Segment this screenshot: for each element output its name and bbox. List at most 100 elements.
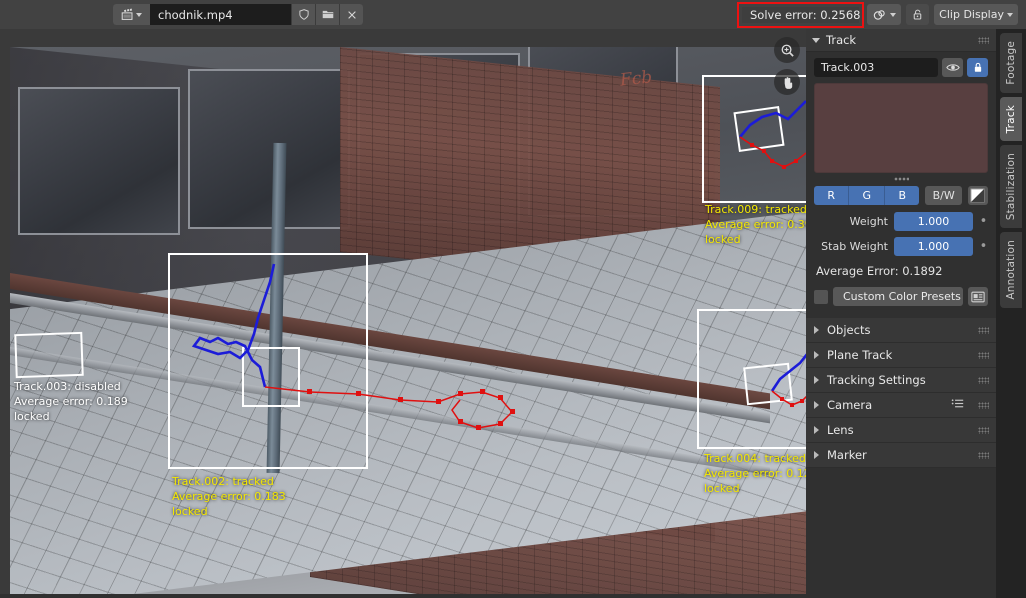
panel-marker[interactable]: Marker bbox=[806, 443, 996, 468]
tab-annotation-label: Annotation bbox=[1005, 240, 1017, 300]
channel-bw-toggle[interactable]: B/W bbox=[925, 186, 962, 205]
track-panel-title: Track bbox=[826, 33, 857, 47]
color-ramp-icon[interactable] bbox=[967, 186, 988, 205]
panel-plane-track-label: Plane Track bbox=[827, 348, 893, 362]
lock-icon bbox=[974, 62, 981, 72]
channel-r-toggle[interactable]: R bbox=[814, 186, 850, 205]
color-ramp-glyph bbox=[970, 188, 985, 203]
panel-grip[interactable] bbox=[978, 401, 989, 409]
blender-movie-clip-editor: chodnik.mp4 Solve error: 0.2568 Clip Dis… bbox=[0, 0, 1026, 598]
clip-display-lock-icon[interactable] bbox=[906, 4, 930, 25]
weight-label: Weight bbox=[849, 215, 888, 228]
track-path-track-002 bbox=[191, 263, 515, 430]
track-path-track-004 bbox=[770, 353, 806, 407]
clip-viewport[interactable]: Fcb Track.003: disabled Average error: 0… bbox=[0, 29, 806, 594]
properties-sidebar: Track Track.003 R G B B/W Weight 1.000 •… bbox=[806, 29, 996, 594]
track-visibility-toggle[interactable] bbox=[942, 58, 963, 77]
camera-preset-list-icon[interactable] bbox=[951, 398, 964, 412]
channel-b-toggle[interactable]: B bbox=[884, 186, 920, 205]
panel-grip[interactable] bbox=[978, 376, 989, 384]
stab-weight-label: Stab Weight bbox=[821, 240, 888, 253]
unlink-close-icon[interactable] bbox=[339, 4, 363, 25]
pan-gizmo[interactable] bbox=[774, 69, 800, 95]
panel-plane-track[interactable]: Plane Track bbox=[806, 343, 996, 368]
new-preset-glyph bbox=[971, 291, 985, 302]
movie-clip-icon[interactable] bbox=[113, 4, 150, 25]
panel-tracking-settings-label: Tracking Settings bbox=[827, 373, 926, 387]
close-glyph bbox=[347, 10, 356, 19]
panel-grip[interactable] bbox=[978, 351, 989, 359]
chevron-right-icon bbox=[814, 351, 819, 359]
window-pane bbox=[188, 69, 350, 229]
panel-camera[interactable]: Camera bbox=[806, 393, 996, 418]
tab-stabilization[interactable]: Stabilization bbox=[1000, 145, 1022, 229]
rgb-channel-group: R G B bbox=[814, 186, 920, 205]
chevron-down-icon bbox=[812, 37, 820, 43]
unlocked-padlock-glyph bbox=[913, 9, 922, 20]
tab-footage[interactable]: Footage bbox=[1000, 33, 1022, 93]
chevron-down-icon bbox=[136, 12, 142, 17]
chevron-down-icon bbox=[1007, 12, 1013, 17]
proportional-edit-icon[interactable] bbox=[867, 4, 902, 25]
custom-color-checkbox[interactable] bbox=[814, 289, 828, 304]
track-lock-toggle[interactable] bbox=[967, 58, 988, 77]
viewport-gizmos bbox=[774, 37, 800, 95]
editor-header: chodnik.mp4 Solve error: 0.2568 Clip Dis… bbox=[0, 0, 1026, 30]
weight-slider[interactable]: 1.000 bbox=[894, 212, 973, 231]
panel-objects[interactable]: Objects bbox=[806, 318, 996, 343]
panel-grip[interactable] bbox=[978, 326, 989, 334]
tab-track-label: Track bbox=[1005, 104, 1017, 134]
video-frame: Fcb Track.003: disabled Average error: 0… bbox=[10, 47, 806, 594]
track-panel-body: Track.003 R G B B/W Weight 1.000 • Stab … bbox=[806, 52, 996, 318]
panel-tracking-settings[interactable]: Tracking Settings bbox=[806, 368, 996, 393]
custom-color-row: Custom Color Presets bbox=[814, 287, 988, 306]
track-path-track-009 bbox=[739, 100, 806, 169]
solve-error-highlight: Solve error: 0.2568 bbox=[737, 2, 864, 28]
track-panel-header[interactable]: Track bbox=[806, 29, 996, 52]
eye-icon bbox=[945, 64, 960, 71]
stab-weight-slider[interactable]: 1.000 bbox=[894, 237, 973, 256]
open-folder-icon[interactable] bbox=[315, 4, 339, 25]
panel-lens-label: Lens bbox=[827, 423, 854, 437]
chevron-right-icon bbox=[814, 401, 819, 409]
chevron-right-icon bbox=[814, 326, 819, 334]
clip-name-field[interactable]: chodnik.mp4 bbox=[150, 4, 291, 25]
tab-annotation[interactable]: Annotation bbox=[1000, 232, 1022, 308]
clip-display-label: Clip Display bbox=[939, 8, 1004, 21]
panel-grip[interactable] bbox=[978, 36, 989, 44]
shield-glyph bbox=[298, 9, 309, 20]
custom-color-presets-dropdown[interactable]: Custom Color Presets bbox=[833, 287, 963, 306]
proportional-edit-glyph bbox=[873, 9, 885, 20]
clip-display-dropdown[interactable]: Clip Display bbox=[934, 4, 1018, 25]
track-name-field[interactable]: Track.003 bbox=[814, 58, 938, 77]
fake-user-shield-icon[interactable] bbox=[291, 4, 315, 25]
zoom-gizmo[interactable] bbox=[774, 37, 800, 63]
preset-list-glyph bbox=[951, 399, 964, 408]
panel-grip[interactable] bbox=[978, 426, 989, 434]
track-pattern-preview bbox=[814, 83, 988, 173]
track-name-row: Track.003 bbox=[814, 58, 988, 77]
panel-lens[interactable]: Lens bbox=[806, 418, 996, 443]
chevron-right-icon bbox=[814, 426, 819, 434]
weight-row: Weight 1.000 • bbox=[814, 212, 988, 231]
channel-g-toggle[interactable]: G bbox=[849, 186, 885, 205]
average-error-label: Average Error: 0.1892 bbox=[816, 264, 943, 278]
panel-objects-label: Objects bbox=[827, 323, 871, 337]
chevron-right-icon bbox=[814, 451, 819, 459]
clip-datablock-selector[interactable]: chodnik.mp4 bbox=[113, 4, 363, 25]
folder-glyph bbox=[322, 10, 333, 19]
panel-grip[interactable] bbox=[978, 451, 989, 459]
stab-weight-row: Stab Weight 1.000 • bbox=[814, 237, 988, 256]
preview-resize-grip[interactable] bbox=[893, 177, 909, 181]
marker-search-area-track-003[interactable] bbox=[14, 331, 84, 379]
stab-weight-animate-decorator[interactable]: • bbox=[979, 240, 988, 253]
preset-label: Custom Color Presets bbox=[843, 290, 961, 303]
new-preset-icon[interactable] bbox=[968, 287, 988, 306]
tab-track[interactable]: Track bbox=[1000, 96, 1022, 142]
weight-animate-decorator[interactable]: • bbox=[979, 215, 988, 228]
tab-stabilization-label: Stabilization bbox=[1005, 153, 1017, 221]
window-pane bbox=[18, 87, 180, 235]
graffiti-text: Fcb bbox=[619, 67, 654, 91]
solve-error-label: Solve error: 0.2568 bbox=[742, 7, 860, 23]
channel-toggles-row: R G B B/W bbox=[814, 186, 988, 205]
